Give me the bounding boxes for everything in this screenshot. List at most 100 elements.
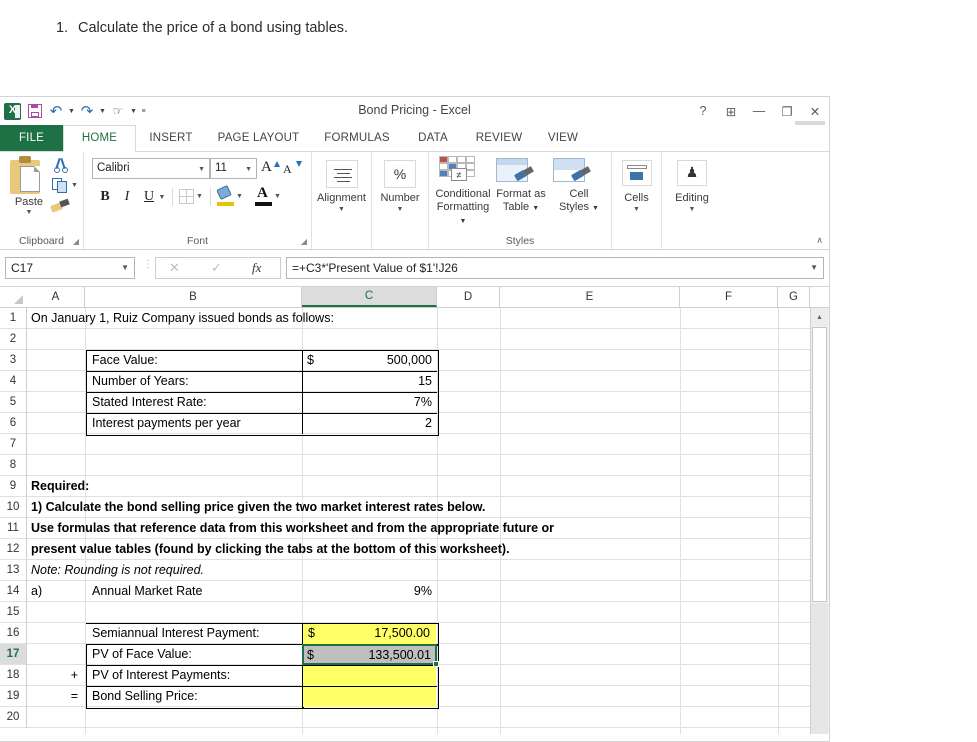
- borders-icon[interactable]: [179, 189, 194, 204]
- row-header-13[interactable]: 13: [0, 560, 27, 581]
- row-header-14[interactable]: 14: [0, 581, 27, 602]
- font-color-icon[interactable]: A: [255, 185, 272, 206]
- cell-c14[interactable]: 9%: [305, 581, 435, 601]
- cells-dropdown-icon[interactable]: ▼: [612, 206, 661, 213]
- restore-button[interactable]: ❐: [779, 104, 795, 119]
- column-header-f[interactable]: F: [680, 287, 778, 307]
- cells-icon[interactable]: [622, 160, 652, 186]
- tab-file[interactable]: FILE: [0, 125, 63, 151]
- row-header-18[interactable]: 18: [0, 665, 27, 686]
- font-color-dropdown-icon[interactable]: ▼: [274, 193, 281, 200]
- formula-input[interactable]: =+C3*'Present Value of $1'!J26 ▼: [286, 257, 824, 279]
- fill-color-icon[interactable]: [217, 187, 234, 206]
- cell-b5[interactable]: Stated Interest Rate:: [89, 392, 299, 412]
- column-header-e[interactable]: E: [500, 287, 680, 307]
- row-header-10[interactable]: 10: [0, 497, 27, 518]
- enter-icon[interactable]: ✓: [211, 260, 222, 276]
- font-dialog-launcher[interactable]: ◢: [301, 237, 307, 246]
- clipboard-dialog-launcher[interactable]: ◢: [73, 237, 79, 246]
- font-family-select[interactable]: Calibri ▼: [92, 158, 210, 179]
- expand-formula-bar-icon[interactable]: ▼: [810, 263, 818, 272]
- help-button[interactable]: ?: [695, 104, 711, 118]
- row-header-3[interactable]: 3: [0, 350, 27, 371]
- cell-b17[interactable]: PV of Face Value:: [89, 644, 299, 664]
- row-header-17[interactable]: 17: [0, 644, 27, 665]
- cut-icon[interactable]: [52, 157, 70, 173]
- paste-dropdown-icon[interactable]: ▼: [8, 209, 50, 216]
- tab-insert[interactable]: INSERT: [136, 125, 206, 151]
- selected-cell-c17[interactable]: $ 133,500.01: [302, 644, 437, 665]
- scroll-up-button[interactable]: ▲: [811, 308, 828, 326]
- cell-a10[interactable]: 1) Calculate the bond selling price give…: [28, 497, 648, 517]
- cell-a13[interactable]: Note: Rounding is not required.: [28, 560, 428, 580]
- editing-dropdown-icon[interactable]: ▼: [662, 206, 722, 213]
- increase-font-size-button[interactable]: A: [260, 158, 282, 179]
- cell-c18[interactable]: [305, 665, 433, 685]
- cell-a9[interactable]: Required:: [28, 476, 428, 496]
- name-box[interactable]: C17 ▼: [5, 257, 135, 279]
- paste-button[interactable]: Paste ▼: [8, 156, 50, 216]
- cell-b16[interactable]: Semiannual Interest Payment:: [89, 623, 299, 643]
- row-header-1[interactable]: 1: [0, 308, 27, 329]
- cell-b6[interactable]: Interest payments per year: [89, 413, 299, 433]
- cell-b14[interactable]: Annual Market Rate: [89, 581, 299, 601]
- collapse-ribbon-icon[interactable]: ∧: [816, 235, 823, 246]
- cell-c6[interactable]: 2: [305, 413, 435, 433]
- tab-data[interactable]: DATA: [403, 125, 463, 151]
- vertical-scrollbar[interactable]: ▲: [810, 308, 829, 734]
- fill-color-dropdown-icon[interactable]: ▼: [236, 193, 243, 200]
- cell-c16[interactable]: 17,500.00: [305, 623, 433, 643]
- row-header-12[interactable]: 12: [0, 539, 27, 560]
- cf-dropdown-icon[interactable]: ▼: [460, 218, 467, 225]
- cell-c19[interactable]: [305, 686, 433, 706]
- column-header-b[interactable]: B: [85, 287, 302, 307]
- cell-b18[interactable]: PV of Interest Payments:: [89, 665, 299, 685]
- row-header-9[interactable]: 9: [0, 476, 27, 497]
- copy-dropdown-icon[interactable]: ▼: [71, 182, 78, 189]
- cancel-icon[interactable]: ✕: [169, 260, 180, 276]
- minimize-button[interactable]: —: [751, 104, 767, 118]
- row-header-16[interactable]: 16: [0, 623, 27, 644]
- font-size-select[interactable]: 11 ▼: [210, 158, 257, 179]
- cell-c3[interactable]: 500,000: [305, 350, 435, 370]
- row-header-19[interactable]: 19: [0, 686, 27, 707]
- tab-home[interactable]: HOME: [63, 125, 136, 152]
- row-header-2[interactable]: 2: [0, 329, 27, 350]
- row-header-15[interactable]: 15: [0, 602, 27, 623]
- tab-review[interactable]: REVIEW: [463, 125, 535, 151]
- row-header-5[interactable]: 5: [0, 392, 27, 413]
- formula-bar-grip[interactable]: ⋮: [143, 260, 153, 270]
- decrease-font-size-button[interactable]: A: [282, 158, 304, 179]
- column-header-d[interactable]: D: [437, 287, 500, 307]
- underline-dropdown-icon[interactable]: ▼: [157, 186, 167, 208]
- column-header-g[interactable]: G: [778, 287, 810, 307]
- format-painter-icon[interactable]: [51, 198, 71, 214]
- cs-dropdown-icon[interactable]: ▼: [592, 205, 599, 212]
- row-header-11[interactable]: 11: [0, 518, 27, 539]
- cell-a19[interactable]: =: [28, 686, 81, 706]
- scrollbar-thumb[interactable]: [812, 327, 827, 602]
- number-dropdown-icon[interactable]: ▼: [372, 206, 428, 213]
- cell-b4[interactable]: Number of Years:: [89, 371, 299, 391]
- column-header-a[interactable]: A: [27, 287, 85, 307]
- tab-view[interactable]: VIEW: [535, 125, 591, 151]
- cell-a12[interactable]: present value tables (found by clicking …: [28, 539, 668, 559]
- close-button[interactable]: ✕: [807, 104, 823, 119]
- cell-b3[interactable]: Face Value:: [89, 350, 299, 370]
- alignment-dropdown-icon[interactable]: ▼: [312, 206, 371, 213]
- ribbon-display-options-icon[interactable]: ⊞: [723, 104, 739, 119]
- fill-handle[interactable]: [433, 661, 439, 667]
- cell-b19[interactable]: Bond Selling Price:: [89, 686, 299, 706]
- cell-c4[interactable]: 15: [305, 371, 435, 391]
- tab-page-layout[interactable]: PAGE LAYOUT: [206, 125, 311, 151]
- row-header-7[interactable]: 7: [0, 434, 27, 455]
- alignment-icon[interactable]: [326, 160, 358, 188]
- italic-button[interactable]: I: [119, 186, 135, 208]
- fat-dropdown-icon[interactable]: ▼: [532, 205, 539, 212]
- underline-button[interactable]: U: [141, 186, 157, 208]
- editing-binoculars-icon[interactable]: ♟: [677, 160, 707, 186]
- row-header-6[interactable]: 6: [0, 413, 27, 434]
- tab-formulas[interactable]: FORMULAS: [311, 125, 403, 151]
- row-header-20[interactable]: 20: [0, 707, 27, 728]
- cell-a14[interactable]: a): [28, 581, 83, 601]
